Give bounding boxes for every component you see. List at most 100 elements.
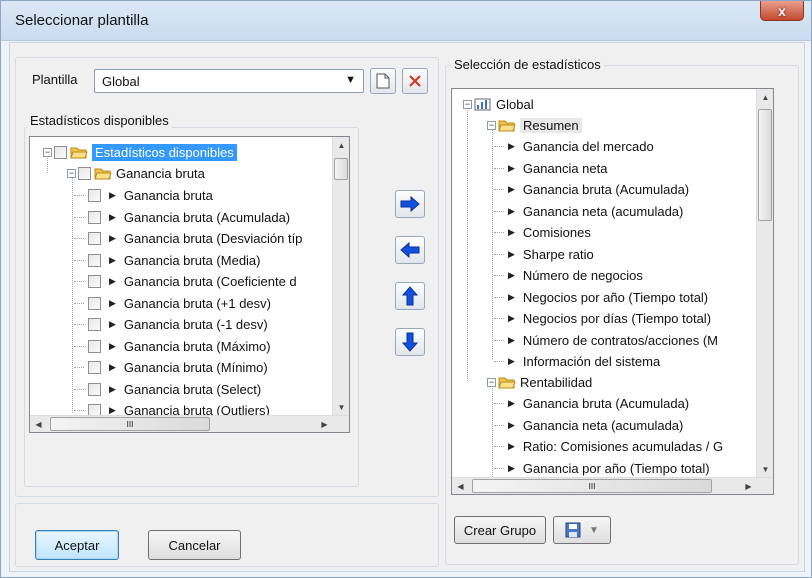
plantilla-label: Plantilla xyxy=(32,72,78,87)
tree-group-rentabilidad[interactable]: − Rentabilidad xyxy=(487,372,592,393)
tree-item[interactable]: ▶ Ganancia bruta (Media) xyxy=(74,250,261,271)
tree-item[interactable]: ▶ Ganancia bruta (Select) xyxy=(74,379,261,400)
new-template-button[interactable] xyxy=(370,68,396,94)
scroll-right-icon[interactable]: ▶ xyxy=(740,478,757,494)
delete-template-button[interactable] xyxy=(402,68,428,94)
horizontal-scrollbar[interactable]: ◀ III ▶ xyxy=(452,477,773,494)
tree-item[interactable]: ▶ Sharpe ratio xyxy=(494,244,594,265)
tree-item[interactable]: ▶ Ganancia bruta (Acumulada) xyxy=(74,207,290,228)
scroll-right-icon[interactable]: ▶ xyxy=(316,416,333,432)
tree-item[interactable]: ▶ Ganancia por año (Tiempo total) xyxy=(494,458,710,479)
close-button[interactable]: x xyxy=(760,1,804,21)
tree-connector xyxy=(74,324,84,325)
remove-stat-button[interactable] xyxy=(395,236,425,264)
checkbox[interactable] xyxy=(88,296,101,310)
scroll-down-icon[interactable]: ▼ xyxy=(757,461,773,478)
stat-bullet-icon: ▶ xyxy=(508,184,515,194)
tree-item[interactable]: ▶ Ganancia bruta (+1 desv) xyxy=(74,293,271,314)
tree-item-label: Ganancia bruta (Mínimo) xyxy=(123,360,268,375)
tree-item[interactable]: ▶ Ganancia bruta (Coeficiente d xyxy=(74,271,297,292)
tree-item-label: Ganancia del mercado xyxy=(522,139,654,154)
tree-item-label: Ganancia bruta (Acumulada) xyxy=(123,209,291,225)
vertical-scrollbar[interactable]: ▲ ▼ xyxy=(756,89,773,478)
tree-item[interactable]: ▶ Ganancia neta (acumulada) xyxy=(494,201,683,222)
tree-root-row[interactable]: − Estadísticos disponibles xyxy=(43,142,237,163)
tree-item[interactable]: ▶ Ganancia bruta (-1 desv) xyxy=(74,314,268,335)
horizontal-scrollbar[interactable]: ◀ III ▶ xyxy=(30,415,349,432)
checkbox[interactable] xyxy=(88,318,101,331)
collapse-icon[interactable]: − xyxy=(67,169,76,178)
scroll-left-icon[interactable]: ◀ xyxy=(30,416,47,432)
stat-bullet-icon: ▶ xyxy=(508,270,515,280)
scroll-thumb[interactable]: III xyxy=(472,479,712,493)
tree-item-label: Número de contratos/acciones (M xyxy=(522,332,719,348)
checkbox[interactable] xyxy=(88,232,101,245)
move-down-button[interactable] xyxy=(395,328,425,356)
stat-bullet-icon: ▶ xyxy=(508,462,515,473)
cancelar-button[interactable]: Cancelar xyxy=(148,530,241,560)
collapse-icon[interactable]: − xyxy=(487,121,496,130)
move-up-button[interactable] xyxy=(395,282,425,310)
tree-connector xyxy=(494,275,504,276)
tree-item[interactable]: ▶ Ganancia bruta (Acumulada) xyxy=(494,393,689,414)
chevron-down-icon[interactable]: ▼ xyxy=(589,525,599,536)
scroll-thumb[interactable] xyxy=(334,158,348,180)
tree-item[interactable]: ▶ Comisiones xyxy=(494,222,591,243)
collapse-icon[interactable]: − xyxy=(487,378,496,387)
tree-group-row[interactable]: − Ganancia bruta xyxy=(67,163,205,184)
scroll-thumb[interactable]: III xyxy=(50,417,210,431)
stat-bullet-icon: ▶ xyxy=(109,233,116,243)
tree-item[interactable]: ▶ Negocios por año (Tiempo total) xyxy=(494,287,708,308)
selected-stats-tree[interactable]: − Global − Resumen ▶ Ganancia del mercado… xyxy=(451,88,774,495)
tree-item[interactable]: ▶ Ratio: Comisiones acumuladas / G xyxy=(494,436,723,457)
tree-connector xyxy=(494,189,504,190)
checkbox[interactable] xyxy=(88,382,101,396)
tree-item[interactable]: ▶ Ganancia neta (acumulada) xyxy=(494,415,683,436)
tree-item-label: Número de negocios xyxy=(522,268,643,283)
tree-item[interactable]: ▶ Ganancia bruta xyxy=(74,185,213,206)
checkbox[interactable] xyxy=(88,361,101,374)
checkbox[interactable] xyxy=(78,167,91,180)
tree-item[interactable]: ▶ Número de contratos/acciones (M xyxy=(494,330,718,351)
save-split-button[interactable]: ▼ xyxy=(553,516,611,544)
checkbox[interactable] xyxy=(88,210,101,224)
tree-item[interactable]: ▶ Ganancia neta xyxy=(494,158,608,179)
aceptar-button[interactable]: Aceptar xyxy=(35,530,119,560)
tree-item[interactable]: ▶ Ganancia del mercado xyxy=(494,136,654,157)
tree-item[interactable]: ▶ Número de negocios xyxy=(494,265,643,286)
available-stats-tree[interactable]: − Estadísticos disponibles − Ganancia br… xyxy=(29,136,350,433)
collapse-icon[interactable]: − xyxy=(43,148,52,157)
tree-item[interactable]: ▶ Ganancia bruta (Desviación típ xyxy=(74,228,302,249)
tree-item-label: Ganancia bruta (+1 desv) xyxy=(123,295,271,311)
tree-item[interactable]: ▶ Ganancia bruta (Máximo) xyxy=(74,336,271,357)
scroll-thumb[interactable] xyxy=(758,109,772,221)
stat-bullet-icon: ▶ xyxy=(109,254,116,265)
tree-item[interactable]: ▶ Ganancia bruta (Acumulada) xyxy=(494,179,689,200)
tree-connector xyxy=(494,296,504,298)
tree-item[interactable]: ▶ Negocios por días (Tiempo total) xyxy=(494,308,711,329)
checkbox[interactable] xyxy=(54,146,67,159)
crear-grupo-button[interactable]: Crear Grupo xyxy=(454,516,546,544)
plantilla-dropdown[interactable]: Global ▼ xyxy=(94,69,364,93)
tree-group-resumen[interactable]: − Resumen xyxy=(487,115,582,136)
scroll-down-icon[interactable]: ▼ xyxy=(333,399,349,416)
checkbox[interactable] xyxy=(88,339,101,353)
scroll-up-icon[interactable]: ▲ xyxy=(333,137,349,154)
stat-bullet-icon: ▶ xyxy=(109,190,116,200)
add-stat-button[interactable] xyxy=(395,190,425,218)
checkbox[interactable] xyxy=(88,189,101,202)
scroll-up-icon[interactable]: ▲ xyxy=(757,89,773,106)
estadisticos-disponibles-title: Estadísticos disponibles xyxy=(27,113,172,128)
arrow-up-icon xyxy=(402,286,418,306)
tree-item[interactable]: ▶ Ganancia bruta (Mínimo) xyxy=(74,357,268,378)
scroll-left-icon[interactable]: ◀ xyxy=(452,478,469,494)
tree-root-row[interactable]: − Global xyxy=(463,94,534,115)
tree-connector xyxy=(74,195,84,196)
checkbox[interactable] xyxy=(88,275,101,288)
tree-item-label: Sharpe ratio xyxy=(522,246,594,262)
collapse-icon[interactable]: − xyxy=(463,100,472,109)
checkbox[interactable] xyxy=(88,253,101,267)
vertical-scrollbar[interactable]: ▲ ▼ xyxy=(332,137,349,416)
stat-bullet-icon: ▶ xyxy=(109,211,116,222)
tree-item[interactable]: ▶ Información del sistema xyxy=(494,351,660,372)
